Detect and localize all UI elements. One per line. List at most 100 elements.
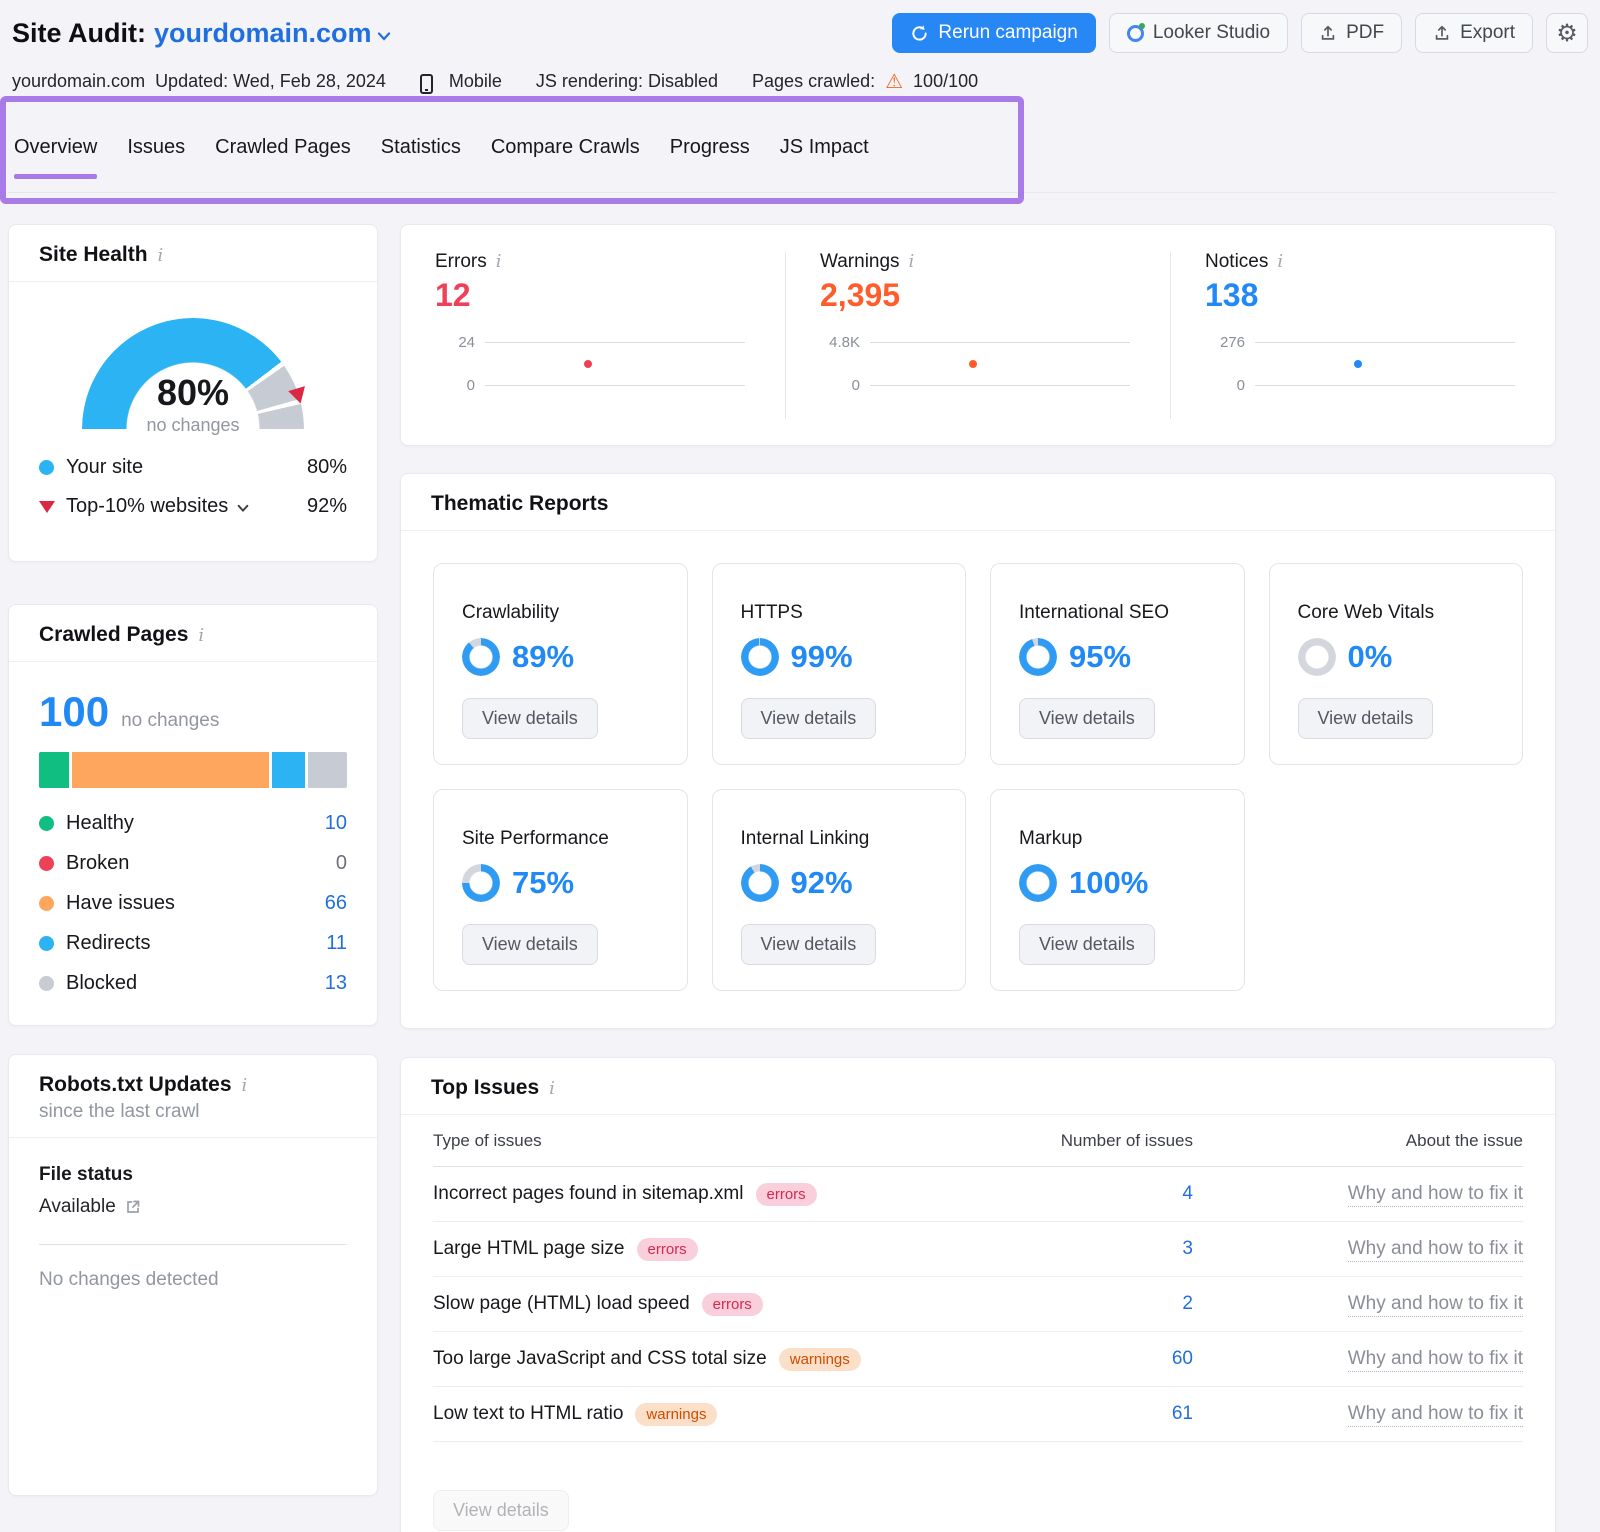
metric-label: Warnings bbox=[820, 251, 900, 273]
issue-title: Incorrect pages found in sitemap.xml bbox=[433, 1183, 744, 1205]
refresh-icon bbox=[910, 24, 929, 43]
legend-value: 80% bbox=[307, 456, 347, 479]
site-health-legend-row: Your site80% bbox=[39, 456, 347, 479]
looker-studio-label: Looker Studio bbox=[1153, 22, 1270, 44]
metric-sparkline: 2760 bbox=[1205, 336, 1521, 388]
site-health-gauge: 80% no changes bbox=[82, 318, 304, 430]
issue-count-link[interactable]: 61 bbox=[1172, 1403, 1193, 1424]
view-details-button[interactable]: View details bbox=[1019, 924, 1155, 965]
why-how-to-fix-link[interactable]: Why and how to fix it bbox=[1348, 1348, 1523, 1372]
view-details-button[interactable]: View details bbox=[741, 698, 877, 739]
tab-progress[interactable]: Progress bbox=[670, 136, 750, 179]
info-icon[interactable]: i bbox=[1277, 251, 1283, 272]
top-issues-view-details-button[interactable]: View details bbox=[433, 1490, 569, 1531]
thematic-card-percent: 89% bbox=[512, 639, 574, 675]
info-icon[interactable]: i bbox=[549, 1078, 555, 1099]
export-button[interactable]: Export bbox=[1415, 13, 1533, 53]
tab-statistics[interactable]: Statistics bbox=[381, 136, 461, 179]
site-health-card: Site Health i 80% no changes Your site80… bbox=[8, 224, 378, 562]
issue-count-link[interactable]: 4 bbox=[1182, 1183, 1193, 1204]
legend-label: Broken bbox=[66, 852, 129, 875]
gear-icon: ⚙ bbox=[1556, 19, 1578, 48]
rerun-campaign-button[interactable]: Rerun campaign bbox=[892, 13, 1095, 53]
thematic-card-markup: Markup100%View details bbox=[990, 789, 1245, 991]
metric-warnings: Warningsi2,3954.8K0 bbox=[786, 251, 1171, 419]
looker-studio-icon bbox=[1127, 25, 1144, 42]
issue-count-cell: 3 bbox=[963, 1238, 1193, 1260]
view-details-button[interactable]: View details bbox=[462, 924, 598, 965]
metric-errors: Errorsi12240 bbox=[401, 251, 786, 419]
issue-title: Too large JavaScript and CSS total size bbox=[433, 1348, 767, 1370]
meta-device: Mobile bbox=[449, 71, 502, 92]
meta-domain: yourdomain.com bbox=[12, 71, 145, 92]
metric-label: Errors bbox=[435, 251, 487, 273]
view-details-button[interactable]: View details bbox=[462, 698, 598, 739]
thematic-card-site-performance: Site Performance75%View details bbox=[433, 789, 688, 991]
tab-issues[interactable]: Issues bbox=[127, 136, 185, 179]
info-icon[interactable]: i bbox=[909, 251, 915, 272]
crawled-legend-row: Healthy10 bbox=[39, 812, 347, 835]
info-icon[interactable]: i bbox=[158, 245, 164, 266]
tab-bar-border bbox=[8, 192, 1556, 193]
upload-icon bbox=[1433, 24, 1451, 42]
legend-label[interactable]: Top-10% websites bbox=[66, 495, 228, 518]
thematic-card-title: HTTPS bbox=[741, 602, 938, 624]
table-row: Incorrect pages found in sitemap.xmlerro… bbox=[433, 1167, 1523, 1222]
legend-count[interactable]: 13 bbox=[325, 972, 347, 995]
why-how-to-fix-link[interactable]: Why and how to fix it bbox=[1348, 1403, 1523, 1427]
tab-js-impact[interactable]: JS Impact bbox=[780, 136, 869, 179]
your-site-dot-icon bbox=[39, 460, 54, 475]
domain-dropdown[interactable]: yourdomain.com bbox=[154, 18, 392, 49]
legend-count[interactable]: 66 bbox=[325, 892, 347, 915]
healthy-dot-icon bbox=[39, 816, 54, 831]
tab-crawled-pages[interactable]: Crawled Pages bbox=[215, 136, 351, 179]
upload-icon bbox=[1319, 24, 1337, 42]
thematic-card-percent: 95% bbox=[1069, 639, 1131, 675]
metric-notices: Noticesi1382760 bbox=[1171, 251, 1555, 419]
why-how-to-fix-link[interactable]: Why and how to fix it bbox=[1348, 1293, 1523, 1317]
view-details-button[interactable]: View details bbox=[741, 924, 877, 965]
metric-label-row: Noticesi bbox=[1205, 251, 1521, 273]
info-icon[interactable]: i bbox=[496, 251, 502, 272]
pdf-button[interactable]: PDF bbox=[1301, 13, 1402, 53]
thematic-card-title: Crawlability bbox=[462, 602, 659, 624]
site-health-legend-row: Top-10% websites92% bbox=[39, 495, 347, 518]
meta-js-rendering: JS rendering: Disabled bbox=[536, 71, 718, 92]
legend-count[interactable]: 10 bbox=[325, 812, 347, 835]
tab-overview[interactable]: Overview bbox=[14, 136, 97, 179]
issue-cell: Low text to HTML ratiowarnings bbox=[433, 1403, 963, 1426]
divider bbox=[39, 1244, 347, 1245]
why-how-to-fix-link[interactable]: Why and how to fix it bbox=[1348, 1238, 1523, 1262]
info-icon[interactable]: i bbox=[242, 1075, 248, 1096]
donut-chart-icon bbox=[462, 638, 500, 676]
issue-count-link[interactable]: 3 bbox=[1182, 1238, 1193, 1259]
page-title: Site Audit: bbox=[12, 18, 146, 49]
chevron-down-icon[interactable] bbox=[236, 501, 248, 513]
issue-count-link[interactable]: 2 bbox=[1182, 1293, 1193, 1314]
looker-studio-button[interactable]: Looker Studio bbox=[1109, 13, 1288, 53]
issue-count-link[interactable]: 60 bbox=[1172, 1348, 1193, 1369]
issue-about-cell: Why and how to fix it bbox=[1193, 1183, 1523, 1205]
sparkline-min-label: 0 bbox=[435, 377, 475, 394]
external-link-icon[interactable] bbox=[125, 1199, 141, 1215]
metric-label-row: Warnings i bbox=[820, 251, 1136, 273]
view-details-button[interactable]: View details bbox=[1298, 698, 1434, 739]
metric-sparkline: 4.8K0 bbox=[820, 336, 1136, 388]
table-row: Too large JavaScript and CSS total sizew… bbox=[433, 1332, 1523, 1387]
issue-cell: Too large JavaScript and CSS total sizew… bbox=[433, 1348, 963, 1371]
column-header-number: Number of issues bbox=[963, 1131, 1193, 1151]
thematic-card-internal-linking: Internal Linking92%View details bbox=[712, 789, 967, 991]
mobile-icon bbox=[420, 74, 433, 94]
info-icon[interactable]: i bbox=[198, 625, 204, 646]
legend-count[interactable]: 11 bbox=[326, 932, 347, 955]
issues-summary-card: Errorsi12240Warningsi2,3954.8K0Noticesi1… bbox=[400, 224, 1556, 446]
settings-button[interactable]: ⚙ bbox=[1546, 13, 1588, 53]
robots-txt-card: Robots.txt Updates i since the last craw… bbox=[8, 1054, 378, 1496]
thematic-card-title: Site Performance bbox=[462, 828, 659, 850]
tab-compare-crawls[interactable]: Compare Crawls bbox=[491, 136, 640, 179]
bar-segment bbox=[272, 752, 305, 788]
view-details-button[interactable]: View details bbox=[1019, 698, 1155, 739]
metric-label-row: Errorsi bbox=[435, 251, 751, 273]
why-how-to-fix-link[interactable]: Why and how to fix it bbox=[1348, 1183, 1523, 1207]
crawled-pages-card: Crawled Pages i 100 no changes Healthy10… bbox=[8, 604, 378, 1026]
